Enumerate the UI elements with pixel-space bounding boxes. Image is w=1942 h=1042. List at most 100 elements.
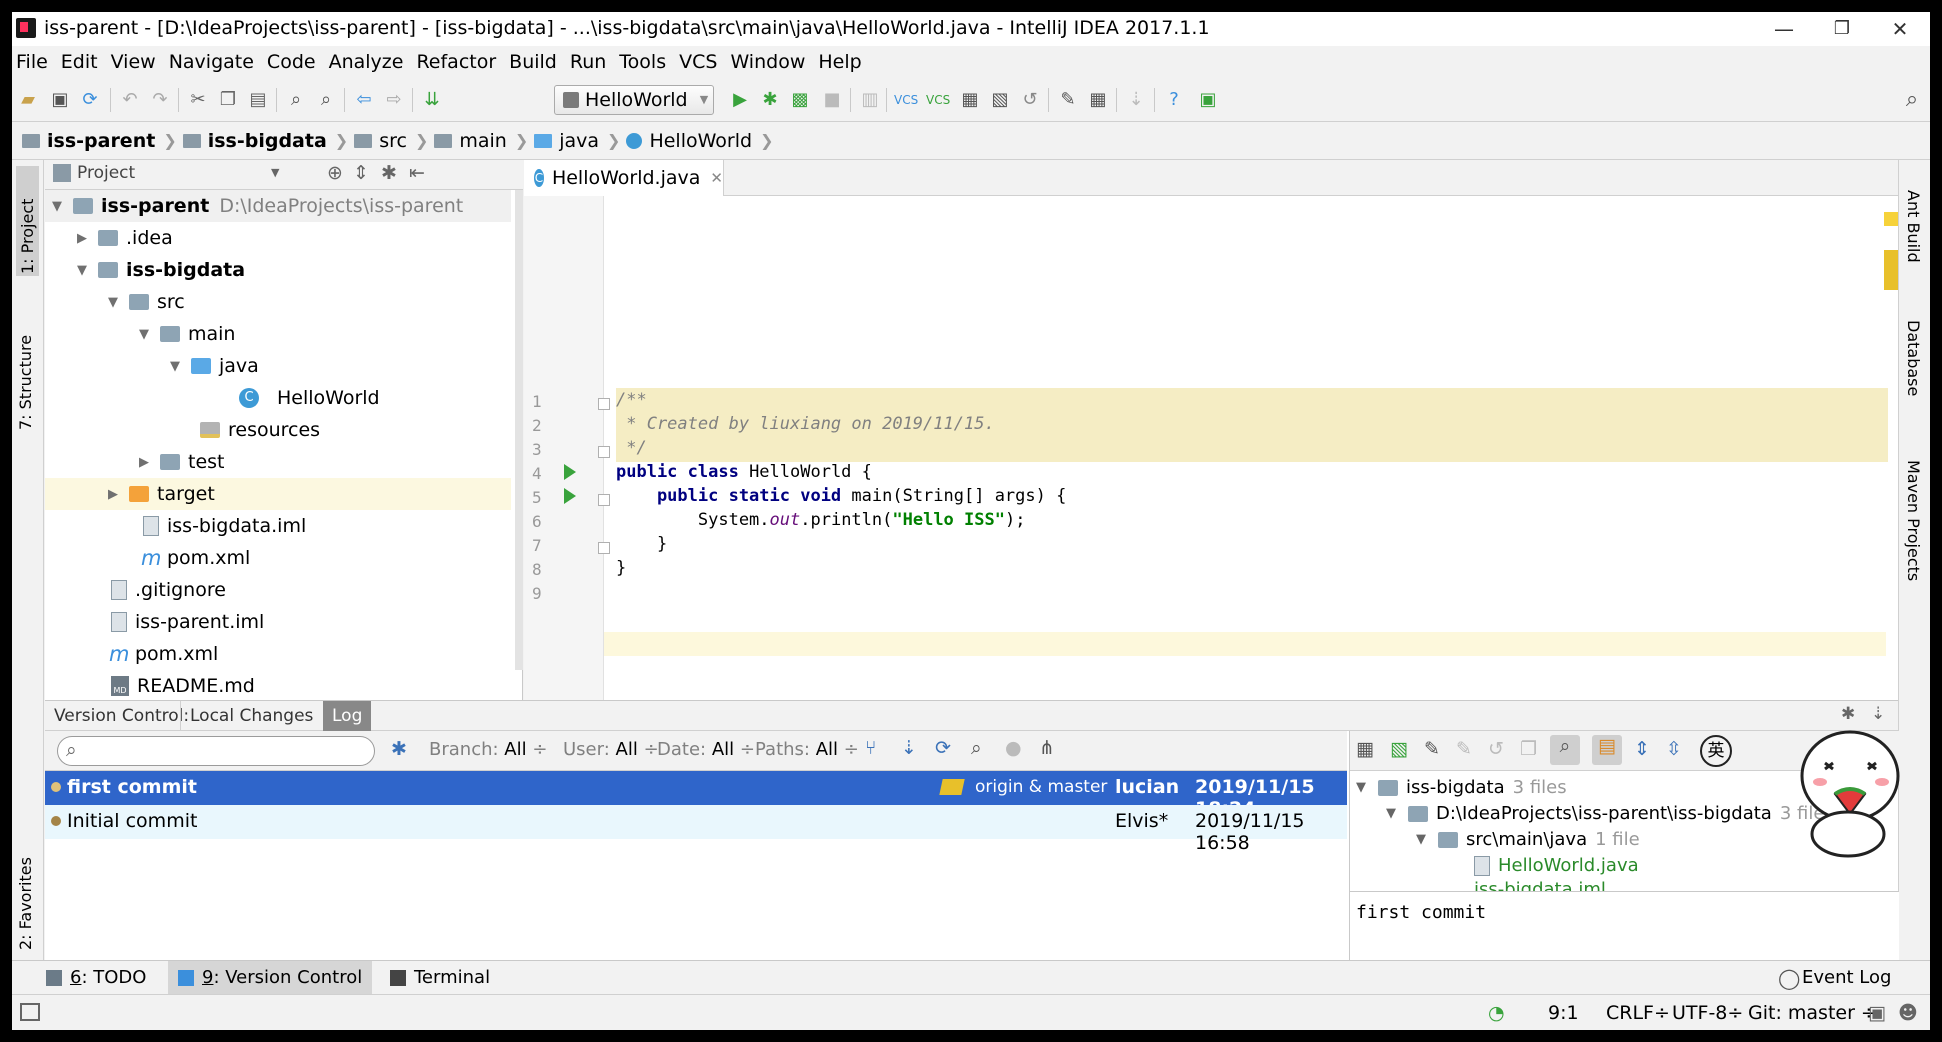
copy-icon[interactable]: ❐	[1520, 738, 1537, 760]
download-icon[interactable]: ⇣	[1124, 88, 1148, 112]
tab-todo[interactable]: 6: TODO	[36, 961, 156, 995]
code-line-6[interactable]: System.out.println("Hello ISS");	[616, 508, 1026, 532]
menu-file[interactable]: File	[16, 51, 48, 73]
vcs-update-icon[interactable]: VCS	[894, 88, 918, 112]
revert-icon[interactable]: ↺	[1488, 738, 1504, 760]
hide-panel-icon[interactable]: ⇤	[409, 162, 425, 184]
search-everywhere-icon[interactable]: ⌕	[1900, 88, 1924, 112]
paths-filter[interactable]: Paths: All ÷	[755, 739, 859, 760]
menu-view[interactable]: View	[111, 51, 156, 73]
project-view-select[interactable]: Project	[77, 163, 135, 183]
stop-icon[interactable]: ■	[820, 88, 844, 112]
vcs-history-icon[interactable]: ▦	[958, 88, 982, 112]
run-icon[interactable]: ▶	[728, 88, 752, 112]
tree-item-idea[interactable]: ▶ .idea	[45, 222, 511, 254]
gear-icon[interactable]: ✱	[391, 738, 407, 760]
tree-item-iss-parent[interactable]: ▼ iss-parent D:\IdeaProjects\iss-parent	[45, 190, 511, 222]
scroll-from-source-icon[interactable]: ⊕	[327, 162, 343, 184]
breadcrumb-src[interactable]: src ❯	[354, 130, 428, 152]
help-icon[interactable]: ?	[1162, 88, 1186, 112]
coverage-icon[interactable]: ▩	[788, 88, 812, 112]
tree-item-java[interactable]: ▼ java	[45, 350, 511, 382]
tab-helloworld-java[interactable]: C HelloWorld.java ✕	[524, 160, 724, 196]
run-gutter-icon[interactable]	[564, 464, 576, 480]
refresh-icon[interactable]: ⟳	[935, 737, 951, 759]
event-log-button[interactable]: ◯ Event Log	[1768, 961, 1901, 995]
tab-project[interactable]: 1: Project	[16, 166, 39, 276]
run-configuration-select[interactable]: HelloWorld	[554, 85, 714, 115]
code-line-2[interactable]: * Created by liuxiang on 2019/11/15.	[616, 412, 994, 436]
line-separator[interactable]: CRLF÷	[1606, 1002, 1670, 1024]
menu-analyze[interactable]: Analyze	[329, 51, 404, 73]
changes-tree-file[interactable]: iss-bigdata.iml	[1474, 879, 1606, 891]
inspector-icon[interactable]: ☻	[1898, 1002, 1918, 1024]
tab-log[interactable]: Log	[323, 701, 372, 731]
maximize-button[interactable]: ❐	[1814, 12, 1870, 46]
tree-item-root-pom-xml[interactable]: m pom.xml	[45, 638, 511, 670]
open-icon[interactable]: ▰	[16, 88, 40, 112]
expand-arrow-icon[interactable]: ▼	[136, 327, 152, 342]
tab-ant-build[interactable]: Ant Build	[1904, 190, 1923, 263]
run-gutter-icon[interactable]	[564, 488, 576, 504]
expand-arrow-icon[interactable]: ▶	[74, 231, 90, 246]
expand-all-icon[interactable]: ⇕	[1634, 738, 1650, 760]
sync-icon[interactable]: ⟳	[78, 88, 102, 112]
expand-arrow-icon[interactable]: ▼	[49, 199, 65, 214]
memory-indicator-icon[interactable]: ◔	[1488, 1002, 1505, 1024]
minimize-button[interactable]: —	[1756, 12, 1812, 46]
tab-terminal[interactable]: Terminal	[380, 961, 500, 995]
breadcrumb-iss-bigdata[interactable]: iss-bigdata ❯	[182, 130, 348, 152]
plugin-icon[interactable]: ▣	[1196, 88, 1220, 112]
tree-item-iss-bigdata-iml[interactable]: iss-bigdata.iml	[45, 510, 511, 542]
menu-refactor[interactable]: Refactor	[416, 51, 496, 73]
code-line-5[interactable]: public static void main(String[] args) {	[616, 484, 1066, 508]
find-icon[interactable]: ⌕	[971, 737, 982, 759]
project-scrollbar[interactable]	[515, 190, 523, 670]
code-line-3[interactable]: */	[616, 436, 646, 460]
menu-run[interactable]: Run	[570, 51, 606, 73]
tree-item-test[interactable]: ▶ test	[45, 446, 511, 478]
tree-item-gitignore[interactable]: .gitignore	[45, 574, 511, 606]
tree-item-iss-bigdata[interactable]: ▼ iss-bigdata	[45, 254, 511, 286]
changes-tree-subdir[interactable]: ▼ src\main\java 1 file	[1416, 829, 1640, 850]
expand-arrow-icon[interactable]: ▶	[136, 455, 152, 470]
file-encoding[interactable]: UTF-8÷	[1672, 1002, 1743, 1024]
forward-icon[interactable]: ⇨	[382, 88, 406, 112]
fold-icon[interactable]	[598, 542, 610, 554]
rollback-icon[interactable]: ✎	[1456, 738, 1472, 760]
changes-tree-dir[interactable]: ▼ D:\IdeaProjects\iss-parent\iss-bigdata 3…	[1386, 803, 1834, 824]
menu-code[interactable]: Code	[267, 51, 316, 73]
expand-arrow-icon[interactable]: ▶	[105, 487, 121, 502]
commit-row[interactable]: first commit origin & master lucian 2019…	[45, 771, 1347, 820]
collapse-all-icon[interactable]: ⇳	[1666, 738, 1682, 760]
close-button[interactable]: ✕	[1872, 12, 1928, 46]
tab-local-changes[interactable]: Local Changes	[180, 701, 322, 731]
code-line-4[interactable]: public class HelloWorld {	[616, 460, 872, 484]
inspection-indicator-icon[interactable]	[1884, 212, 1898, 226]
go-to-hash-icon[interactable]: ⇣	[901, 737, 917, 759]
revert-icon[interactable]: ↺	[1018, 88, 1042, 112]
menu-edit[interactable]: Edit	[61, 51, 98, 73]
expand-arrow-icon[interactable]: ▼	[167, 359, 183, 374]
vcs-history-icon[interactable]: ▦	[1356, 738, 1374, 760]
branch-filter[interactable]: Branch: All ÷	[429, 739, 547, 760]
breadcrumb-helloworld[interactable]: HelloWorld ❯	[626, 130, 773, 152]
vcs-compare-icon[interactable]: ▧	[988, 88, 1012, 112]
expand-arrow-icon[interactable]: ▼	[105, 295, 121, 310]
menu-tools[interactable]: Tools	[619, 51, 666, 73]
toggle-tool-windows-icon[interactable]	[20, 1003, 40, 1021]
tab-favorites[interactable]: 2: Favorites	[16, 840, 35, 950]
fold-icon[interactable]	[598, 446, 610, 458]
edit-source-icon[interactable]: ✎	[1424, 738, 1440, 760]
tab-maven-projects[interactable]: Maven Projects	[1904, 460, 1923, 581]
changes-tree-file[interactable]: HelloWorld.java	[1474, 855, 1639, 876]
project-structure-icon[interactable]: ▦	[1086, 88, 1110, 112]
breadcrumb-iss-parent[interactable]: iss-parent ❯	[22, 130, 177, 152]
tree-item-pom-xml[interactable]: m pom.xml	[45, 542, 511, 574]
menu-window[interactable]: Window	[730, 51, 805, 73]
tab-structure[interactable]: 7: Structure	[16, 310, 35, 430]
user-filter[interactable]: User: All ÷	[563, 739, 659, 760]
debug-icon[interactable]: ✱	[758, 88, 782, 112]
undo-icon[interactable]: ↶	[118, 88, 142, 112]
branches-icon[interactable]: ⑂	[865, 737, 876, 759]
